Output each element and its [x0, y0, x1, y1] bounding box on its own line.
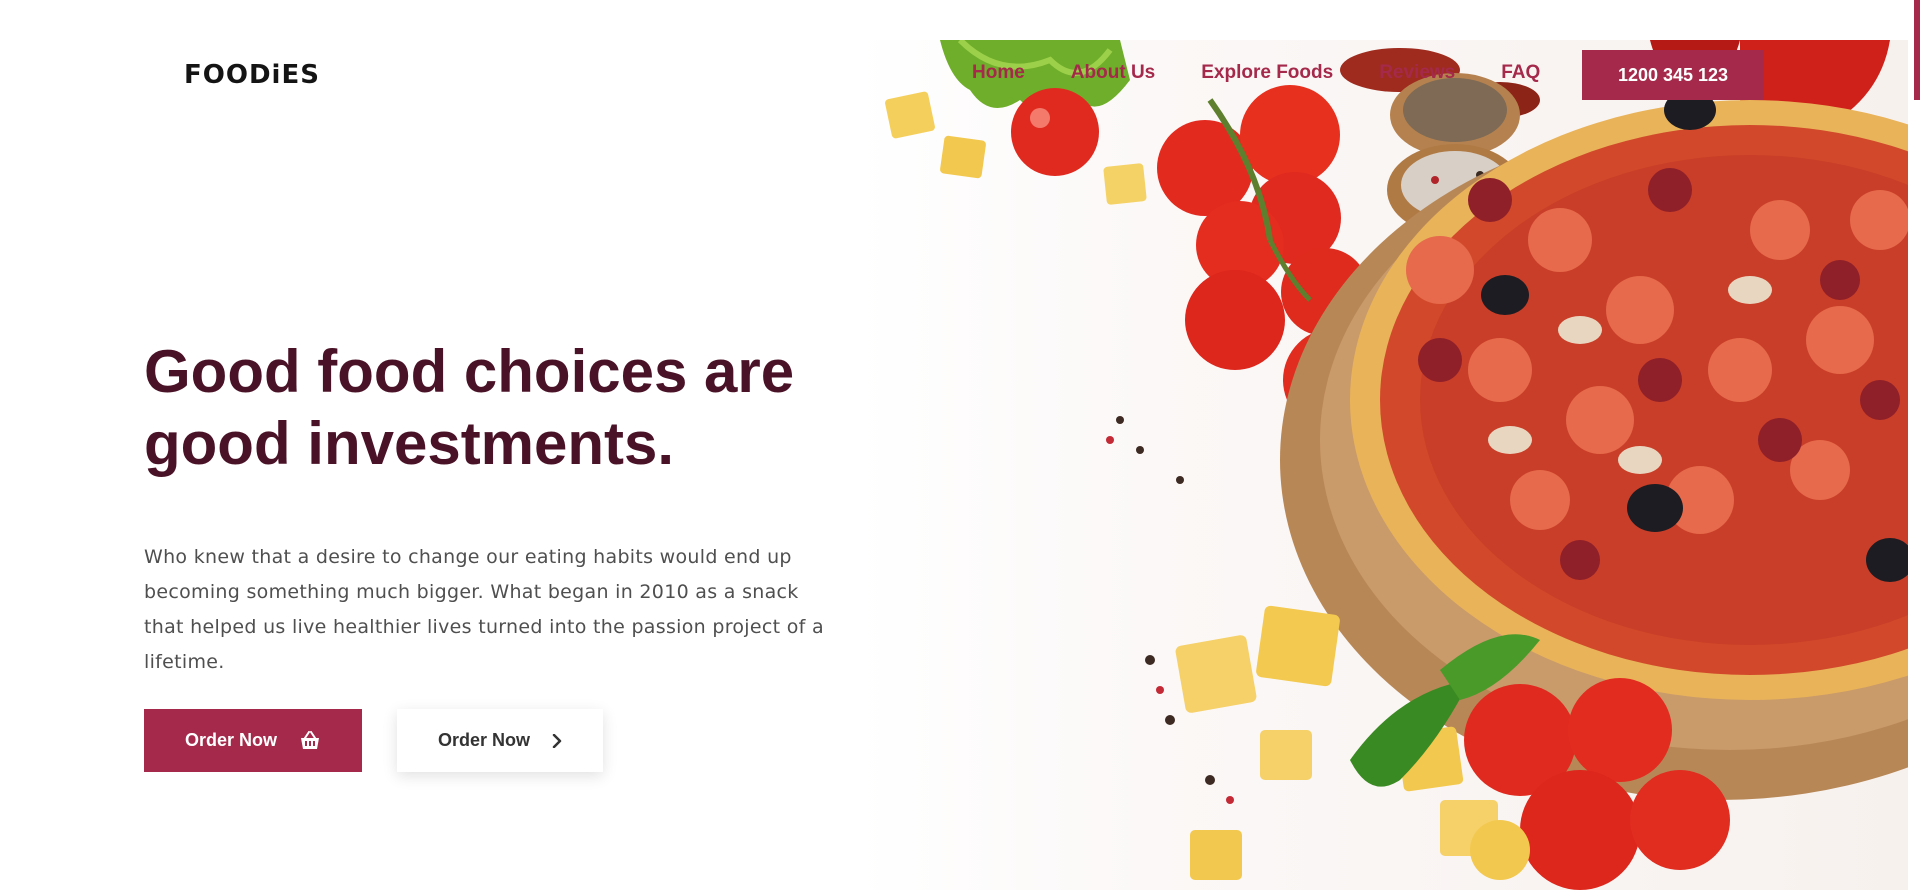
order-now-secondary-label: Order Now: [437, 730, 530, 750]
nav-item-explore-foods[interactable]: Explore Foods: [1201, 62, 1333, 84]
site-header: FOODiES Home About Us Explore Foods Revi…: [0, 0, 1908, 100]
nav-item-reviews[interactable]: Reviews: [1379, 62, 1455, 84]
hero-description: Who knew that a desire to change our eat…: [144, 546, 824, 673]
order-now-primary-label: Order Now: [184, 730, 277, 750]
basket-icon: [299, 730, 321, 751]
nav-item-faq[interactable]: FAQ: [1501, 62, 1540, 84]
site-logo[interactable]: FOODiES: [184, 60, 320, 90]
hero-headline: Good food choices are good investments.: [144, 338, 795, 477]
chevron-right-icon: [552, 733, 562, 748]
page-scrollbar-track: [1908, 0, 1920, 890]
page-scrollbar-thumb[interactable]: [1914, 0, 1920, 100]
nav-item-about-us[interactable]: About Us: [1071, 62, 1155, 84]
phone-call-button[interactable]: 1200 345 123: [1582, 50, 1764, 100]
main-navigation: Home About Us Explore Foods Reviews FAQ: [972, 62, 1540, 84]
order-now-primary-button[interactable]: Order Now: [144, 709, 362, 772]
order-now-secondary-button[interactable]: Order Now: [397, 709, 603, 772]
nav-item-home[interactable]: Home: [972, 62, 1025, 84]
pizza-and-vegetables-image: [885, 40, 1908, 890]
